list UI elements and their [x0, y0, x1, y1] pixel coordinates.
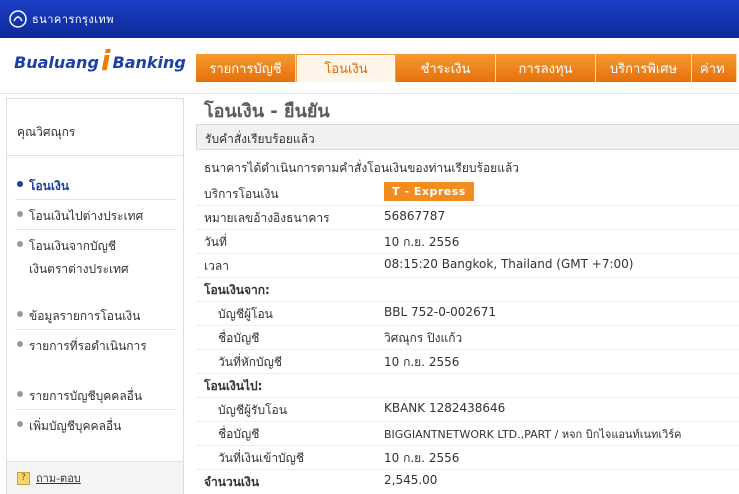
sidebar-item-label-line2: เงินตราต่างประเทศ — [29, 262, 129, 276]
detail-value: BIGGIANTNETWORK LTD.,PART / หจก บิกไจแอน… — [384, 428, 682, 441]
confirmation-text: รับคำสั่งเรียบร้อยแล้ว — [205, 132, 315, 146]
sidebar-item-third-party-accounts[interactable]: รายการบัญชีบุคคลอื่น — [17, 387, 142, 406]
bullet-icon — [17, 181, 23, 187]
detail-row-debit-date: วันที่หักบัญชี 10 ก.ย. 2556 — [204, 349, 739, 373]
page-title: โอนเงิน - ยืนยัน — [204, 101, 330, 122]
detail-label: เวลา — [204, 259, 229, 273]
detail-value: 2,545.00 — [384, 473, 438, 487]
bullet-icon — [17, 311, 23, 317]
tab-transfer[interactable]: โอนเงิน — [296, 54, 396, 82]
question-icon: ? — [17, 471, 30, 485]
bullet-icon — [17, 211, 23, 217]
detail-value: 56867787 — [384, 209, 446, 223]
detail-value: วิศณุกร ปิงแก้ว — [384, 331, 463, 345]
logo-i: i — [100, 44, 111, 77]
sidebar-item-fcd-transfer[interactable]: โอนเงินจากบัญชี เงินตราต่างประเทศ — [17, 237, 129, 279]
sidebar-item-label: เพิ่มบัญชีบุคคลอื่น — [29, 419, 122, 433]
sidebar-item-international-transfer[interactable]: โอนเงินไปต่างประเทศ — [17, 207, 143, 226]
detail-row-reference: หมายเลขอ้างอิงธนาคาร 56867787 — [204, 205, 739, 229]
bullet-icon — [17, 391, 23, 397]
sidebar-divider — [15, 409, 177, 410]
detail-row-from-account: บัญชีผู้โอน BBL 752-0-002671 — [204, 301, 739, 325]
sidebar-item-transfer[interactable]: โอนเงิน — [17, 177, 69, 196]
sidebar-item-label: โอนเงินไปต่างประเทศ — [29, 209, 144, 223]
detail-row-credit-date: วันที่เงินเข้าบัญชี 10 ก.ย. 2556 — [204, 445, 739, 469]
detail-section-to: โอนเงินไป: — [204, 373, 739, 397]
detail-label: บัญชีผู้รับโอน — [218, 403, 287, 417]
detail-row-time: เวลา 08:15:20 Bangkok, Thailand (GMT +7:… — [204, 253, 739, 277]
detail-label: วันที่เงินเข้าบัญชี — [218, 451, 305, 465]
sidebar-divider — [15, 199, 177, 200]
detail-row-to-name: ชื่อบัญชี BIGGIANTNETWORK LTD.,PART / หจ… — [204, 421, 739, 445]
detail-label: หมายเลขอ้างอิงธนาคาร — [204, 211, 330, 225]
detail-value: KBANK 1282438646 — [384, 401, 506, 415]
sidebar: คุณวิศณุกร โอนเงิน โอนเงินไปต่างประเทศ โ… — [6, 98, 184, 494]
detail-label: ชื่อบัญชี — [218, 331, 260, 345]
service-badge: T - Express — [384, 182, 474, 201]
faq-label: ถาม-ตอบ — [36, 472, 81, 485]
tab-accounts[interactable]: รายการบัญชี — [196, 54, 296, 82]
confirmation-message: ธนาคารได้ดำเนินการตามคำสั่งโอนเงินของท่า… — [204, 161, 520, 175]
detail-row-service: บริการโอนเงิน T - Express — [204, 181, 739, 205]
sidebar-user-name: คุณวิศณุกร — [17, 125, 76, 139]
detail-value: 10 ก.ย. 2556 — [384, 235, 460, 249]
logo-text-left: Bualuang — [14, 53, 99, 72]
sidebar-item-label-line1: โอนเงินจากบัญชี — [29, 239, 117, 253]
tab-investment[interactable]: การลงทุน — [496, 54, 596, 82]
bank-emblem-icon — [8, 9, 28, 29]
detail-label: จำนวนเงิน — [204, 475, 260, 489]
sidebar-item-label: ข้อมูลรายการโอนเงิน — [29, 309, 141, 323]
bank-top-bar: ธนาคารกรุงเทพ — [0, 0, 739, 38]
section-heading: โอนเงินไป: — [204, 379, 263, 393]
sidebar-item-add-third-party[interactable]: เพิ่มบัญชีบุคคลอื่น — [17, 417, 121, 436]
sidebar-item-label: โอนเงิน — [29, 179, 70, 193]
confirmation-bar: รับคำสั่งเรียบร้อยแล้ว — [196, 124, 739, 150]
detail-label: วันที่ — [204, 235, 227, 249]
detail-row-date: วันที่ 10 ก.ย. 2556 — [204, 229, 739, 253]
bullet-icon — [17, 341, 23, 347]
detail-value: 10 ก.ย. 2556 — [384, 451, 460, 465]
detail-row-from-name: ชื่อบัญชี วิศณุกร ปิงแก้ว — [204, 325, 739, 349]
bank-name: ธนาคารกรุงเทพ — [32, 13, 115, 26]
bullet-icon — [17, 421, 23, 427]
section-heading: โอนเงินจาก: — [204, 283, 270, 297]
detail-row-amount: จำนวนเงิน 2,545.00 — [204, 469, 739, 493]
sidebar-item-label: รายการที่รอดำเนินการ — [29, 339, 147, 353]
sidebar-divider — [7, 155, 183, 156]
bualuang-ibanking-logo[interactable]: Bualuang i Banking — [14, 44, 186, 77]
detail-row-to-account: บัญชีผู้รับโอน KBANK 1282438646 — [204, 397, 739, 421]
tab-fees[interactable]: ค่าท — [692, 54, 737, 82]
main-tabs: รายการบัญชี โอนเงิน ชำระเงิน การลงทุน บร… — [196, 54, 737, 82]
detail-section-from: โอนเงินจาก: — [204, 277, 739, 301]
sidebar-item-label: โอนเงินจากบัญชี เงินตราต่างประเทศ — [29, 237, 129, 279]
detail-value: 08:15:20 Bangkok, Thailand (GMT +7:00) — [384, 257, 634, 271]
sidebar-divider — [15, 229, 177, 230]
detail-label: บริการโอนเงิน — [204, 187, 279, 201]
faq-link[interactable]: ? ถาม-ตอบ — [17, 469, 81, 487]
detail-value: 10 ก.ย. 2556 — [384, 355, 460, 369]
sidebar-item-label: รายการบัญชีบุคคลอื่น — [29, 389, 143, 403]
sidebar-item-transfer-history[interactable]: ข้อมูลรายการโอนเงิน — [17, 307, 140, 326]
detail-label: บัญชีผู้โอน — [218, 307, 273, 321]
sidebar-item-pending[interactable]: รายการที่รอดำเนินการ — [17, 337, 147, 356]
detail-value: BBL 752-0-002671 — [384, 305, 496, 319]
sidebar-divider — [15, 329, 177, 330]
header: Bualuang i Banking รายการบัญชี โอนเงิน ช… — [0, 38, 739, 94]
tab-payment[interactable]: ชำระเงิน — [396, 54, 496, 82]
detail-label: วันที่หักบัญชี — [218, 355, 283, 369]
tab-special-services[interactable]: บริการพิเศษ — [596, 54, 692, 82]
logo-text-right: Banking — [112, 53, 186, 72]
detail-label: ชื่อบัญชี — [218, 427, 260, 441]
bullet-icon — [17, 241, 23, 247]
